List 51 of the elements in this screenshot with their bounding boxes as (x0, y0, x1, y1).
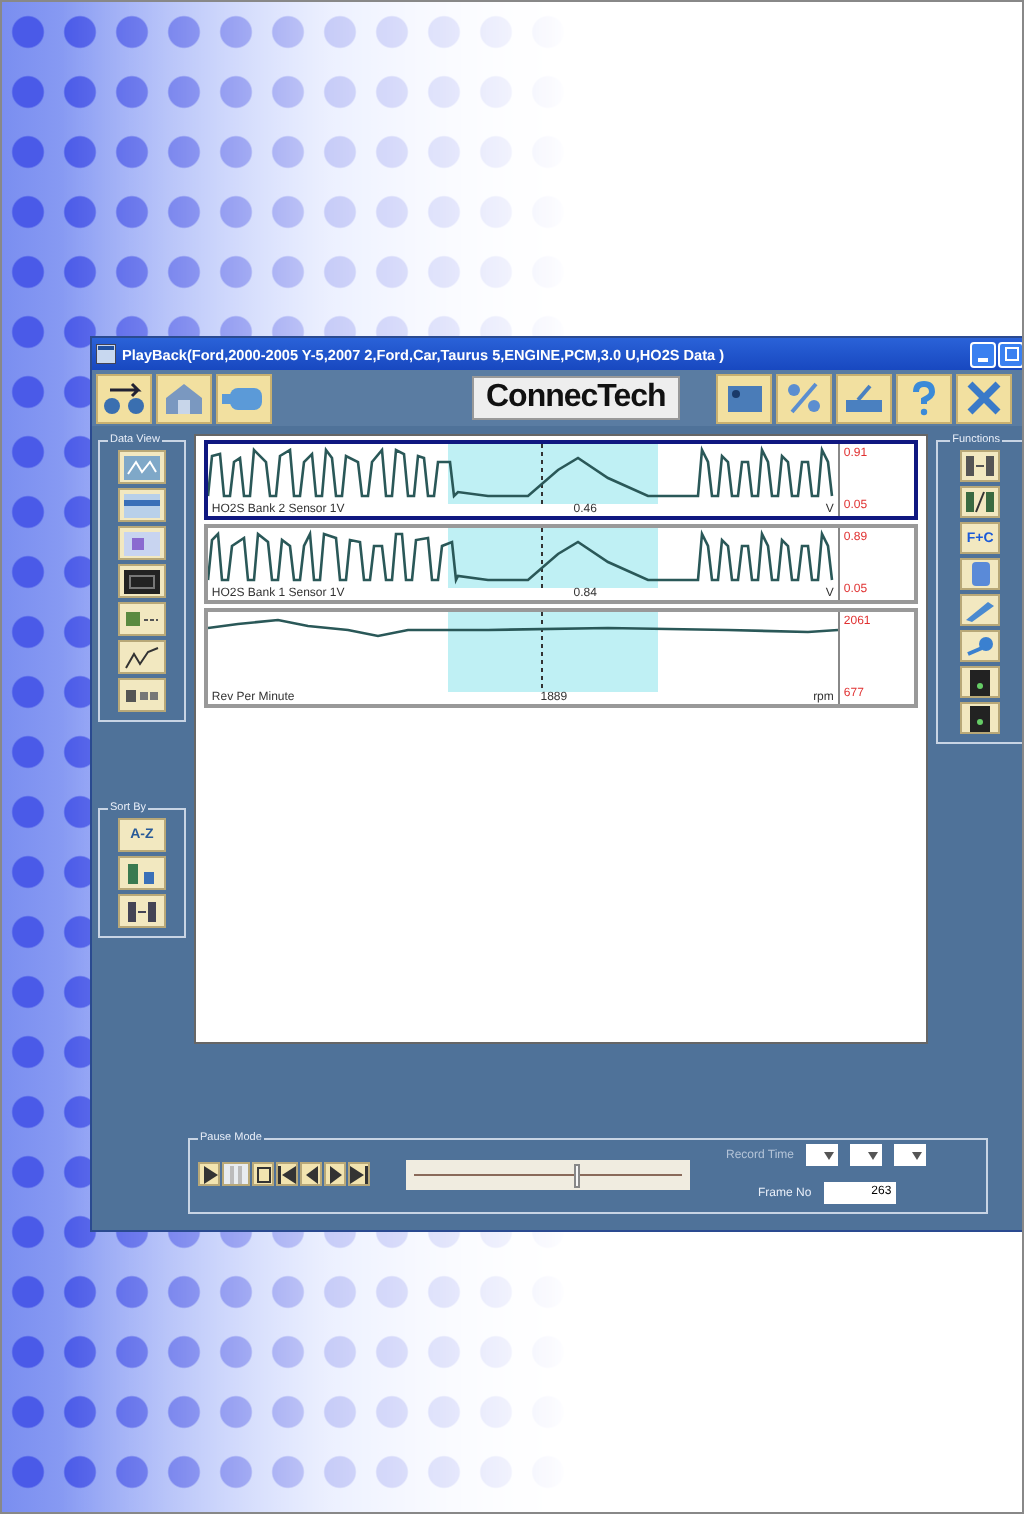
maximize-button[interactable] (998, 341, 1022, 367)
stop-button[interactable] (252, 1162, 274, 1186)
last-frame-button[interactable] (348, 1162, 370, 1186)
function-button[interactable] (960, 450, 1001, 482)
time-dropdown[interactable] (894, 1144, 927, 1166)
close-button[interactable] (955, 373, 1012, 423)
stop-icon (255, 1165, 271, 1183)
bars-icon (123, 899, 160, 923)
data-view-button[interactable] (117, 564, 166, 598)
minimize-button[interactable] (970, 341, 996, 367)
skip-forward-icon (350, 1165, 368, 1183)
toolbar-button[interactable] (96, 373, 152, 423)
data-view-button[interactable] (117, 640, 166, 674)
panel-icon (123, 531, 160, 555)
app-icon (96, 344, 116, 364)
next-button[interactable] (324, 1162, 346, 1186)
function-button[interactable] (960, 486, 1001, 518)
function-button[interactable] (960, 702, 1001, 734)
sort-icon (123, 861, 160, 885)
dropdown-arrow-icon (868, 1151, 879, 1159)
dropdown-arrow-icon (824, 1151, 835, 1159)
data-view-button[interactable] (117, 678, 166, 712)
bars-icon (964, 454, 997, 478)
step-forward-icon (329, 1165, 341, 1183)
play-icon (201, 1165, 217, 1183)
slash-icon (964, 490, 997, 514)
maximize-icon (1003, 346, 1019, 362)
function-button[interactable] (960, 666, 1001, 698)
frame-slider[interactable] (406, 1159, 690, 1189)
slider-thumb[interactable] (574, 1163, 581, 1187)
panel-icon (123, 607, 160, 631)
time-dropdown[interactable] (850, 1144, 883, 1166)
first-frame-button[interactable] (276, 1162, 298, 1186)
previous-button[interactable] (300, 1162, 322, 1186)
panel-icon (123, 493, 160, 517)
time-dropdown[interactable] (806, 1144, 839, 1166)
sort-button[interactable] (117, 856, 166, 890)
device-icon (970, 705, 991, 731)
skip-back-icon (278, 1165, 296, 1183)
help-button[interactable] (895, 373, 952, 423)
brand-logo: ConnecTech (472, 376, 680, 420)
play-button[interactable] (198, 1162, 220, 1186)
panel-icon (123, 455, 160, 479)
dropdown-arrow-icon (912, 1151, 923, 1159)
panel-icon (123, 569, 160, 593)
trend-icon (123, 645, 160, 669)
pause-icon (228, 1165, 244, 1183)
sort-button[interactable] (117, 894, 166, 928)
step-back-icon (305, 1165, 317, 1183)
device-icon (970, 669, 991, 695)
house-icon (162, 380, 206, 416)
